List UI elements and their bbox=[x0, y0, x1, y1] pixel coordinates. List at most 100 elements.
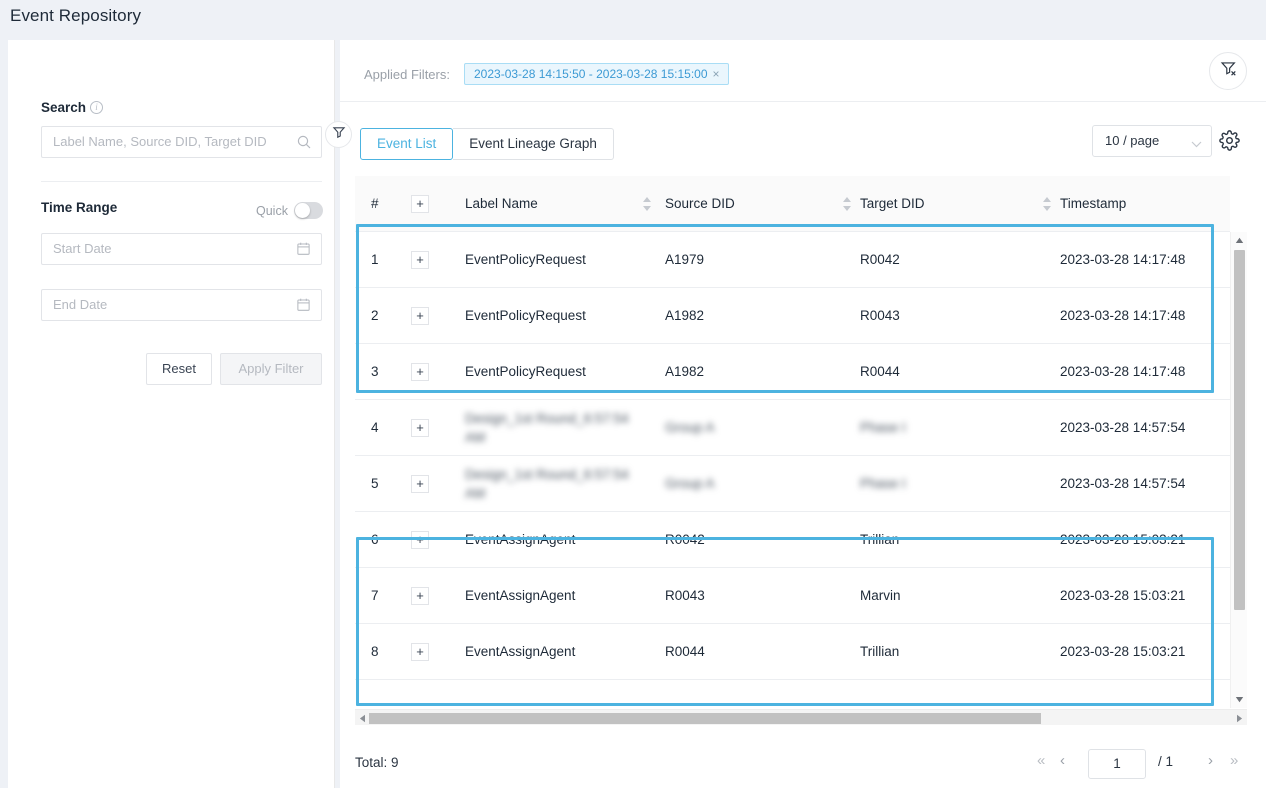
row-expand-button[interactable]: + bbox=[411, 531, 429, 549]
gear-icon bbox=[1219, 138, 1240, 155]
apply-filter-button[interactable]: Apply Filter bbox=[220, 353, 322, 385]
column-header-label-name[interactable]: Label Name bbox=[465, 176, 640, 232]
cell-label-name: EventAssignAgent bbox=[465, 568, 640, 624]
vertical-scroll-thumb[interactable] bbox=[1234, 250, 1245, 610]
page-size-select[interactable]: 10 / page bbox=[1092, 125, 1212, 157]
scroll-left-arrow-icon[interactable] bbox=[356, 710, 369, 726]
event-repository-app: Event Repository Search i Label Name, So… bbox=[0, 0, 1266, 788]
table-row[interactable]: 3+EventPolicyRequestA1982R00442023-03-28… bbox=[355, 344, 1230, 400]
row-index: 6 bbox=[371, 512, 401, 568]
row-index: 5 bbox=[371, 456, 401, 512]
cell-target-did: Phase I bbox=[860, 400, 1035, 456]
cell-target-did: R0044 bbox=[860, 344, 1035, 400]
cell-source-did: R0042 bbox=[665, 512, 840, 568]
row-index: 7 bbox=[371, 568, 401, 624]
cell-timestamp: 2023-03-28 14:17:48 bbox=[1060, 288, 1220, 344]
table-vertical-scrollbar[interactable] bbox=[1230, 232, 1247, 708]
row-expand-button[interactable]: + bbox=[411, 643, 429, 661]
sort-icon-label-name[interactable] bbox=[643, 197, 652, 211]
search-input[interactable]: Label Name, Source DID, Target DID bbox=[41, 126, 322, 158]
calendar-icon[interactable] bbox=[296, 297, 312, 313]
sidebar-divider bbox=[41, 181, 322, 182]
cell-label-name: EventPolicyRequest bbox=[465, 288, 640, 344]
column-header-source-did[interactable]: Source DID bbox=[665, 176, 840, 232]
row-expand-button[interactable]: + bbox=[411, 363, 429, 381]
cell-label-name: Design_1st Round_6:57:54 AM bbox=[465, 456, 640, 512]
table-row[interactable]: 1+EventPolicyRequestA1979R00422023-03-28… bbox=[355, 232, 1230, 288]
filter-remove-icon bbox=[1220, 60, 1237, 82]
row-index: 1 bbox=[371, 232, 401, 288]
column-header-index: # bbox=[371, 176, 401, 232]
search-label: Search bbox=[41, 100, 86, 115]
table-header-row: # + Label Name Source DID Target DID Tim… bbox=[355, 176, 1230, 232]
quick-toggle[interactable] bbox=[294, 202, 323, 219]
tab-event-list[interactable]: Event List bbox=[360, 128, 453, 160]
cell-label-name: EventAssignAgent bbox=[465, 624, 640, 680]
clear-filters-button[interactable] bbox=[1209, 52, 1247, 90]
cell-source-did: A1982 bbox=[665, 344, 840, 400]
applied-filters-bar: Applied Filters: 2023-03-28 14:15:50 - 2… bbox=[340, 40, 1266, 102]
page-size-value: 10 / page bbox=[1105, 133, 1159, 148]
table-footer: Total: 9 « ‹ 1 / 1 › » bbox=[340, 741, 1266, 788]
filter-sidebar: Search i Label Name, Source DID, Target … bbox=[8, 40, 335, 788]
end-date-input[interactable]: End Date bbox=[41, 289, 322, 321]
table-body: 1+EventPolicyRequestA1979R00422023-03-28… bbox=[355, 232, 1230, 708]
filter-chip-text: 2023-03-28 14:15:50 - 2023-03-28 15:15:0… bbox=[474, 67, 708, 81]
scroll-right-arrow-icon[interactable] bbox=[1233, 710, 1246, 726]
cell-label-name: EventPolicyRequest bbox=[465, 344, 640, 400]
page-title: Event Repository bbox=[10, 6, 141, 26]
table-row[interactable]: 5+Design_1st Round_6:57:54 AMGroup APhas… bbox=[355, 456, 1230, 512]
table-row[interactable]: 8+EventAssignAgentR0044Trillian2023-03-2… bbox=[355, 624, 1230, 680]
start-date-input[interactable]: Start Date bbox=[41, 233, 322, 265]
row-expand-button[interactable]: + bbox=[411, 419, 429, 437]
cell-target-did: Trillian bbox=[860, 624, 1035, 680]
close-icon[interactable]: × bbox=[713, 67, 720, 81]
cell-timestamp: 2023-03-28 14:17:48 bbox=[1060, 344, 1220, 400]
search-icon[interactable] bbox=[296, 134, 312, 150]
filter-chip[interactable]: 2023-03-28 14:15:50 - 2023-03-28 15:15:0… bbox=[464, 63, 729, 85]
search-input-placeholder: Label Name, Source DID, Target DID bbox=[53, 134, 267, 149]
table-row[interactable]: 7+EventAssignAgentR0043Marvin2023-03-28 … bbox=[355, 568, 1230, 624]
table-horizontal-scrollbar[interactable] bbox=[355, 709, 1247, 725]
pagination-prev-button[interactable]: ‹ bbox=[1060, 752, 1065, 769]
calendar-icon[interactable] bbox=[296, 241, 312, 257]
row-expand-button[interactable]: + bbox=[411, 251, 429, 269]
tab-event-lineage-graph[interactable]: Event Lineage Graph bbox=[453, 128, 614, 160]
filter-funnel-icon bbox=[332, 125, 346, 144]
pagination-page-input[interactable]: 1 bbox=[1088, 749, 1146, 779]
sidebar-collapse-handle[interactable] bbox=[325, 121, 352, 148]
cell-label-name: Design_1st Round_6:57:54 AM bbox=[465, 400, 640, 456]
info-icon[interactable]: i bbox=[90, 101, 103, 114]
cell-timestamp: 2023-03-28 14:17:48 bbox=[1060, 232, 1220, 288]
scroll-down-arrow-icon[interactable] bbox=[1231, 691, 1248, 708]
horizontal-scroll-thumb[interactable] bbox=[369, 713, 1041, 724]
start-date-placeholder: Start Date bbox=[53, 241, 112, 256]
sort-icon-target-did[interactable] bbox=[1043, 197, 1052, 211]
table-row[interactable]: 6+EventAssignAgentR0042Trillian2023-03-2… bbox=[355, 512, 1230, 568]
expand-all-button[interactable]: + bbox=[411, 195, 429, 213]
quick-toggle-knob bbox=[295, 203, 310, 218]
cell-target-did: Phase I bbox=[860, 456, 1035, 512]
scroll-up-arrow-icon[interactable] bbox=[1231, 232, 1248, 249]
cell-timestamp: 2023-03-28 15:03:21 bbox=[1060, 568, 1220, 624]
row-expand-button[interactable]: + bbox=[411, 475, 429, 493]
row-expand-button[interactable]: + bbox=[411, 587, 429, 605]
total-count-label: Total: 9 bbox=[355, 755, 399, 770]
row-expand-button[interactable]: + bbox=[411, 307, 429, 325]
pagination-first-button[interactable]: « bbox=[1037, 752, 1045, 769]
settings-button[interactable] bbox=[1219, 130, 1241, 152]
pagination-next-button[interactable]: › bbox=[1208, 752, 1213, 769]
cell-source-did: R0044 bbox=[665, 624, 840, 680]
table-row[interactable]: 2+EventPolicyRequestA1982R00432023-03-28… bbox=[355, 288, 1230, 344]
column-header-timestamp: Timestamp bbox=[1060, 176, 1220, 232]
column-header-target-did[interactable]: Target DID bbox=[860, 176, 1035, 232]
sort-icon-source-did[interactable] bbox=[843, 197, 852, 211]
cell-label-name: EventAssignAgent bbox=[465, 512, 640, 568]
event-table: # + Label Name Source DID Target DID Tim… bbox=[355, 176, 1251, 741]
applied-filters-label: Applied Filters: bbox=[364, 67, 450, 82]
table-row[interactable]: 4+Design_1st Round_6:57:54 AMGroup APhas… bbox=[355, 400, 1230, 456]
cell-source-did: R0043 bbox=[665, 568, 840, 624]
cell-target-did: R0043 bbox=[860, 288, 1035, 344]
pagination-last-button[interactable]: » bbox=[1230, 752, 1238, 769]
reset-button[interactable]: Reset bbox=[146, 353, 212, 385]
